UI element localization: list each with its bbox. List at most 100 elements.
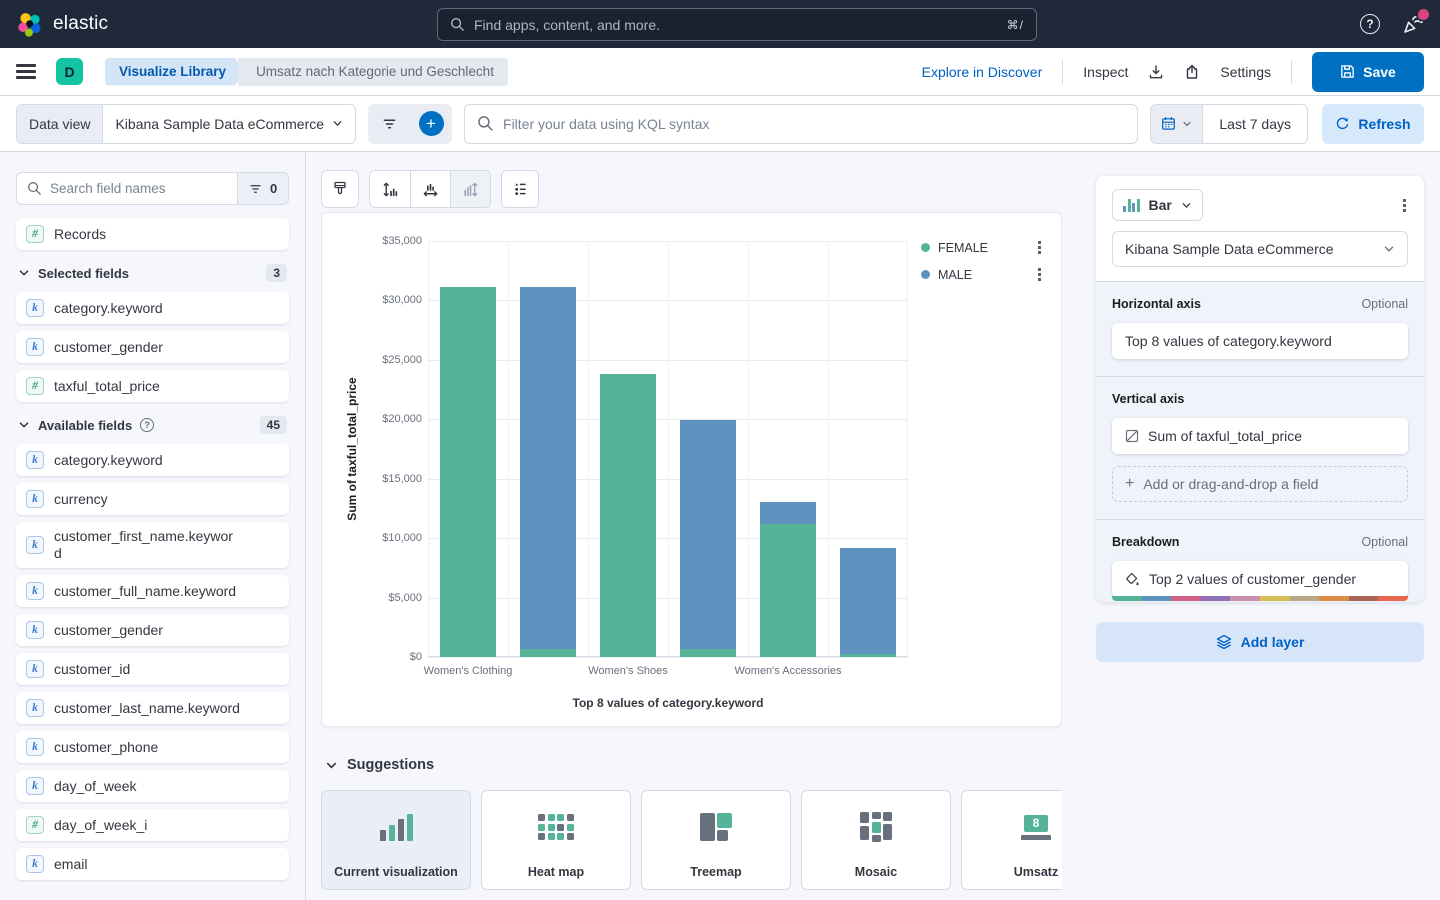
bar-segment[interactable] [680, 420, 736, 648]
breadcrumb-current-page: Umsatz nach Kategorie und Geschlecht [238, 58, 508, 86]
plus-icon: + [1125, 475, 1134, 493]
search-icon [27, 181, 42, 196]
download-icon[interactable] [1148, 64, 1164, 80]
time-range-value[interactable]: Last 7 days [1202, 105, 1307, 143]
kql-filter-input[interactable] [503, 116, 1125, 132]
legend-item-actions[interactable] [1036, 266, 1043, 283]
global-search[interactable]: ⌘/ [437, 8, 1037, 41]
bar-segment[interactable] [680, 649, 736, 657]
breadcrumb-visualize-library[interactable]: Visualize Library [105, 58, 244, 86]
suggestion-treemap[interactable]: Treemap [641, 790, 791, 890]
menu-icon[interactable] [16, 64, 36, 78]
field-item[interactable]: kday_of_week [16, 770, 289, 802]
selected-fields-header[interactable]: Selected fields 3 [18, 264, 287, 282]
field-item[interactable]: kcategory.keyword [16, 444, 289, 476]
add-layer-button[interactable]: Add layer [1096, 622, 1424, 662]
available-fields-header[interactable]: Available fields ? 45 [18, 416, 287, 434]
horizontal-axis-settings-button[interactable] [410, 171, 450, 207]
layer-config-panel: Bar Kibana Sample Data eCommerce Horizon… [1096, 176, 1424, 662]
suggestion-current-visualization[interactable]: Current visualization [321, 790, 471, 890]
filter-icon [249, 183, 262, 195]
field-item[interactable]: kcategory.keyword [16, 292, 289, 324]
keyword-field-icon: k [26, 536, 44, 554]
layer-actions-menu[interactable] [1401, 197, 1408, 214]
bar-chart-icon [1123, 199, 1140, 212]
field-item[interactable]: kcurrency [16, 483, 289, 515]
kql-filter-input-wrap[interactable] [464, 104, 1138, 144]
vertical-axis-settings-button[interactable] [370, 171, 410, 207]
chart-toolbar [321, 170, 539, 208]
legend-settings-button[interactable] [501, 170, 539, 208]
filter-icon[interactable] [368, 104, 410, 144]
keyword-field-icon: k [26, 338, 44, 356]
data-view-picker[interactable]: Kibana Sample Data eCommerce [102, 105, 355, 143]
palette-strip [1112, 596, 1408, 601]
bar-men-s-accessories[interactable] [840, 548, 896, 657]
share-icon[interactable] [1184, 64, 1200, 80]
breakdown-dimension[interactable]: Top 2 values of customer_gender [1112, 561, 1408, 597]
elastic-brand[interactable]: elastic [16, 11, 108, 38]
help-icon[interactable]: ? [1360, 14, 1380, 34]
vertical-axis-dimension[interactable]: Sum of taxful_total_price [1112, 418, 1408, 454]
y-tick-label: $15,000 [382, 473, 422, 485]
bar-women-s-clothing[interactable] [440, 287, 496, 657]
legend-color-dot [921, 243, 930, 252]
x-axis-title: Top 8 values of category.keyword [428, 696, 908, 710]
field-item[interactable]: kcustomer_first_name.keyword [16, 522, 289, 568]
suggestion-umsatz[interactable]: 8Umsatz [961, 790, 1062, 890]
explore-in-discover-link[interactable]: Explore in Discover [922, 64, 1043, 80]
field-item[interactable]: #taxful_total_price [16, 370, 289, 402]
bar-segment[interactable] [440, 287, 496, 657]
help-icon[interactable]: ? [140, 418, 154, 432]
horizontal-axis-dimension[interactable]: Top 8 values of category.keyword [1112, 323, 1408, 359]
legend-item[interactable]: FEMALE [921, 239, 1043, 256]
field-item[interactable]: kcustomer_id [16, 653, 289, 685]
bar-segment[interactable] [840, 654, 896, 657]
brand-name: elastic [53, 13, 108, 35]
add-filter-icon[interactable]: + [410, 104, 452, 144]
refresh-button[interactable]: Refresh [1322, 104, 1424, 144]
field-item[interactable]: kcustomer_gender [16, 614, 289, 646]
legend-item-actions[interactable] [1036, 239, 1043, 256]
bar-segment[interactable] [760, 524, 816, 657]
main-area: 0 #Records Selected fields 3 kcategory.k… [0, 152, 1440, 900]
bar-women-s-shoes[interactable] [600, 374, 656, 657]
save-button[interactable]: Save [1312, 52, 1424, 92]
bar-women-s-accessories[interactable] [760, 502, 816, 657]
field-item[interactable]: #Records [16, 218, 289, 250]
workspace: FEMALEMALE Sum of taxful_total_price $0$… [321, 152, 1062, 900]
field-item[interactable]: kcustomer_gender [16, 331, 289, 363]
field-item[interactable]: kcustomer_phone [16, 731, 289, 763]
suggestion-heat-map[interactable]: Heat map [481, 790, 631, 890]
settings-link[interactable]: Settings [1220, 64, 1271, 80]
bar-segment[interactable] [520, 287, 576, 648]
chevron-down-icon [1182, 119, 1192, 129]
inspect-link[interactable]: Inspect [1083, 64, 1128, 80]
bar-segment[interactable] [520, 649, 576, 657]
bar-segment[interactable] [840, 548, 896, 654]
add-field-dropzone[interactable]: + Add or drag-and-drop a field [1112, 466, 1408, 502]
space-badge[interactable]: D [56, 58, 83, 85]
date-picker-button[interactable] [1151, 105, 1202, 143]
bar-men-s-shoes[interactable] [680, 420, 736, 657]
field-item[interactable]: kemail [16, 848, 289, 880]
suggestion-mosaic[interactable]: Mosaic [801, 790, 951, 890]
field-item[interactable]: kcustomer_last_name.keyword [16, 692, 289, 724]
bar-segment[interactable] [760, 502, 816, 525]
newsfeed-icon[interactable] [1402, 13, 1424, 35]
global-search-input[interactable] [474, 17, 998, 33]
chart-type-select[interactable]: Bar [1112, 189, 1203, 221]
field-item[interactable]: kcustomer_full_name.keyword [16, 575, 289, 607]
legend-item[interactable]: MALE [921, 266, 1043, 283]
breakdown-section: Breakdown Optional Top 2 values of custo… [1096, 519, 1424, 602]
app-navbar: D Visualize Library Umsatz nach Kategori… [0, 48, 1440, 96]
visual-options-button[interactable] [321, 170, 359, 208]
field-item[interactable]: #day_of_week_i [16, 809, 289, 841]
suggestions-header[interactable]: Suggestions [325, 757, 434, 773]
layer-data-view-select[interactable]: Kibana Sample Data eCommerce [1112, 231, 1408, 267]
bar-segment[interactable] [600, 374, 656, 657]
field-filter-button[interactable]: 0 [237, 173, 288, 204]
field-search-input[interactable] [50, 181, 227, 196]
bar-men-s-clothing[interactable] [520, 287, 576, 657]
global-header: elastic ⌘/ ? [0, 0, 1440, 48]
